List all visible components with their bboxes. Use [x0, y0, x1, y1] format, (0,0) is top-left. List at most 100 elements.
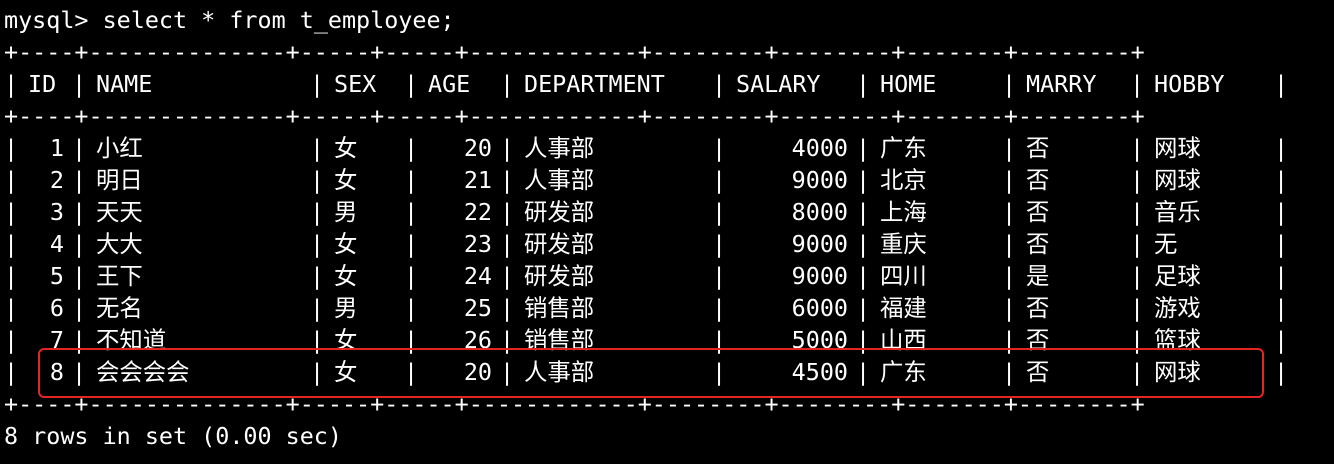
table-row: | 3 | 天天 | 男 | 22 | 研发部 | 8000 | 上海 | 否 | 音乐 |	[4, 196, 1330, 228]
cell-name: 明日	[96, 166, 143, 194]
cell-name: 无名	[96, 294, 143, 322]
table-pipe: |	[404, 230, 419, 258]
table-pipe: |	[1274, 294, 1289, 322]
table-pipe: |	[4, 166, 19, 194]
table-pipe: |	[4, 262, 19, 290]
table-pipe: |	[712, 326, 727, 354]
table-border-bottom: +----+--------------+-----+-----+-------…	[4, 390, 1145, 418]
cell-department: 销售部	[524, 294, 595, 322]
table-pipe: |	[310, 358, 325, 386]
table-pipe: |	[72, 134, 87, 162]
table-pipe: |	[72, 198, 87, 226]
table-pipe: |	[1274, 358, 1289, 386]
cell-sex: 女	[334, 358, 358, 386]
table-pipe: |	[500, 134, 515, 162]
cell-id: 3	[49, 198, 64, 226]
column-header-hobby: HOBBY	[1154, 70, 1225, 98]
table-pipe: |	[500, 70, 515, 98]
table-pipe: |	[500, 198, 515, 226]
cell-home: 北京	[880, 166, 927, 194]
table-pipe: |	[712, 70, 727, 98]
cell-hobby: 网球	[1154, 166, 1201, 194]
table-pipe: |	[404, 358, 419, 386]
table-pipe: |	[4, 70, 19, 98]
table-pipe: |	[4, 230, 19, 258]
table-pipe: |	[404, 134, 419, 162]
table-pipe: |	[1130, 262, 1145, 290]
cell-marry: 否	[1026, 166, 1050, 194]
cell-home: 广东	[880, 358, 927, 386]
table-pipe: |	[310, 134, 325, 162]
cell-hobby: 篮球	[1154, 326, 1201, 354]
result-summary: 8 rows in set (0.00 sec)	[4, 422, 342, 450]
cell-salary: 4000	[791, 134, 848, 162]
cell-id: 7	[49, 326, 64, 354]
cell-salary: 6000	[791, 294, 848, 322]
column-header-salary: SALARY	[736, 70, 821, 98]
table-pipe: |	[1274, 230, 1289, 258]
cell-department: 销售部	[524, 326, 595, 354]
table-row: | 5 | 王下 | 女 | 24 | 研发部 | 9000 | 四川 | 是 | 足球 |	[4, 260, 1330, 292]
table-pipe: |	[1274, 166, 1289, 194]
table-pipe: |	[1130, 230, 1145, 258]
table-pipe: |	[1130, 166, 1145, 194]
table-pipe: |	[404, 198, 419, 226]
table-pipe: |	[72, 70, 87, 98]
cell-salary: 9000	[791, 230, 848, 258]
cell-name: 会会会会	[96, 358, 190, 386]
table-pipe: |	[856, 326, 871, 354]
cell-age: 23	[463, 230, 492, 258]
table-pipe: |	[1274, 262, 1289, 290]
table-pipe: |	[404, 326, 419, 354]
cell-home: 重庆	[880, 230, 927, 258]
cell-department: 研发部	[524, 262, 595, 290]
table-pipe: |	[4, 134, 19, 162]
table-pipe: |	[1130, 358, 1145, 386]
cell-department: 研发部	[524, 198, 595, 226]
table-border-header: +----+--------------+-----+-----+-------…	[4, 102, 1145, 130]
table-pipe: |	[712, 262, 727, 290]
cell-id: 5	[49, 262, 64, 290]
table-row: | 2 | 明日 | 女 | 21 | 人事部 | 9000 | 北京 | 否 | 网球 |	[4, 164, 1330, 196]
table-header-row: | ID | NAME | SEX | AGE | DEPARTMENT | SALARY | HOME |…	[4, 68, 1330, 100]
table-pipe: |	[72, 326, 87, 354]
table-pipe: |	[1274, 70, 1289, 98]
terminal-window[interactable]: mysql> select * from t_employee; +----+-…	[4, 4, 1330, 460]
cell-sex: 女	[334, 326, 358, 354]
table-pipe: |	[500, 326, 515, 354]
cell-age: 25	[463, 294, 492, 322]
table-pipe: |	[500, 230, 515, 258]
cell-name: 王下	[96, 262, 143, 290]
table-pipe: |	[1002, 134, 1017, 162]
cell-hobby: 无	[1154, 230, 1178, 258]
cell-age: 26	[463, 326, 492, 354]
table-row: | 1 | 小红 | 女 | 20 | 人事部 | 4000 | 广东 | 否 | 网球 |	[4, 132, 1330, 164]
table-pipe: |	[1130, 294, 1145, 322]
table-pipe: |	[856, 358, 871, 386]
table-pipe: |	[1274, 198, 1289, 226]
cell-age: 22	[463, 198, 492, 226]
cell-age: 24	[463, 262, 492, 290]
table-pipe: |	[856, 70, 871, 98]
cell-id: 2	[49, 166, 64, 194]
cell-sex: 女	[334, 230, 358, 258]
table-pipe: |	[404, 262, 419, 290]
table-pipe: |	[712, 230, 727, 258]
table-pipe: |	[1002, 166, 1017, 194]
table-pipe: |	[712, 198, 727, 226]
cell-id: 8	[49, 358, 64, 386]
table-pipe: |	[1274, 134, 1289, 162]
table-pipe: |	[1002, 262, 1017, 290]
cell-marry: 否	[1026, 358, 1050, 386]
table-pipe: |	[1130, 70, 1145, 98]
table-pipe: |	[404, 294, 419, 322]
table-pipe: |	[856, 166, 871, 194]
table-pipe: |	[1002, 294, 1017, 322]
table-pipe: |	[310, 294, 325, 322]
cell-home: 四川	[880, 262, 927, 290]
table-pipe: |	[1002, 326, 1017, 354]
cell-salary: 5000	[791, 326, 848, 354]
command-line: mysql> select * from t_employee;	[4, 4, 1330, 36]
cell-id: 4	[49, 230, 64, 258]
table-pipe: |	[4, 326, 19, 354]
